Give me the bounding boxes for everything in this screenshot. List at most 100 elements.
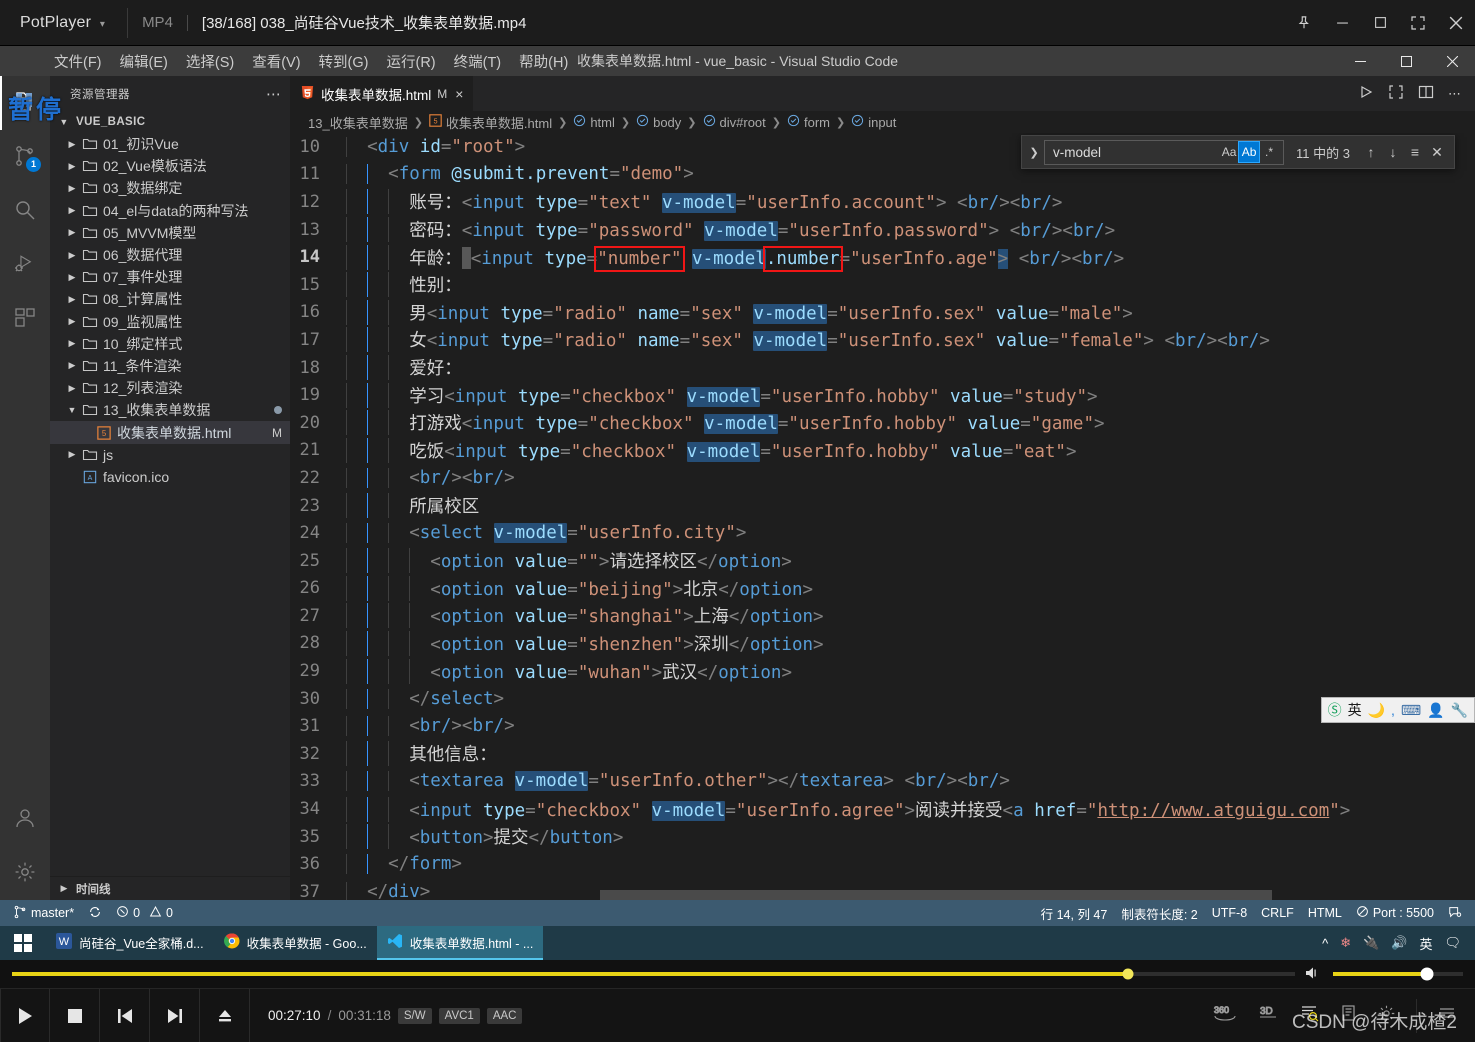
moon-icon[interactable]: 🌙 <box>1368 703 1385 717</box>
ime-logo-icon[interactable]: Ⓢ <box>1328 703 1342 717</box>
breadcrumb-item[interactable]: html <box>573 114 615 130</box>
code-line[interactable]: 15 性别： <box>290 271 1475 299</box>
windows-start-icon[interactable] <box>0 934 46 952</box>
code-line[interactable]: 19 学习<input type="checkbox" v-model="use… <box>290 381 1475 409</box>
code-line[interactable]: 17 女<input type="radio" name="sex" v-mod… <box>290 326 1475 354</box>
seek-slider[interactable] <box>12 968 1295 980</box>
tab-active-file[interactable]: 收集表单数据.html M × <box>290 76 475 111</box>
punctuation-icon[interactable]: , <box>1391 703 1395 717</box>
tree-folder-row[interactable]: ▶ js <box>50 444 290 466</box>
status-tab-size[interactable]: 制表符长度: 2 <box>1114 900 1204 926</box>
volume-handle[interactable] <box>1420 967 1434 981</box>
code-line[interactable]: 21 吃饭<input type="checkbox" v-model="use… <box>290 437 1475 465</box>
tree-folder-row[interactable]: ▶ 01_初识Vue <box>50 133 290 155</box>
code-line[interactable]: 18 爱好： <box>290 354 1475 382</box>
tree-folder-row[interactable]: ▶ 06_数据代理 <box>50 244 290 266</box>
tree-folder-row[interactable]: ▶ 08_计算属性 <box>50 288 290 310</box>
eject-icon[interactable] <box>200 988 250 1042</box>
code-line[interactable]: 13 密码：<input type="password" v-model="us… <box>290 216 1475 244</box>
next-match-icon[interactable]: ↓ <box>1382 144 1404 160</box>
code-line[interactable]: 33 <textarea v-model="userInfo.other"></… <box>290 768 1475 796</box>
close-icon[interactable] <box>1437 0 1475 46</box>
more-actions-icon[interactable]: ⋯ <box>1448 86 1461 102</box>
menu-edit[interactable]: 编辑(E) <box>112 48 176 75</box>
activity-run-debug[interactable] <box>0 238 50 292</box>
code-line[interactable]: 32 其他信息： <box>290 740 1475 768</box>
tree-folder-row[interactable]: ▶ 09_监视属性 <box>50 311 290 333</box>
menu-terminal[interactable]: 终端(T) <box>446 48 510 75</box>
play-icon[interactable] <box>0 988 50 1042</box>
pin-icon[interactable] <box>1285 0 1323 46</box>
regex-icon[interactable]: .* <box>1259 142 1279 162</box>
breadcrumb-item[interactable]: div#root <box>703 114 766 130</box>
potplayer-logo[interactable]: PotPlayer ▾ <box>0 14 113 32</box>
code-line[interactable]: 26 <option value="beijing">北京</option> <box>290 575 1475 603</box>
stop-icon[interactable] <box>50 988 100 1042</box>
flower-icon[interactable]: ❄ <box>1340 935 1351 951</box>
activity-explorer[interactable] <box>0 76 50 130</box>
list-icon[interactable] <box>1437 1005 1457 1026</box>
activity-accounts[interactable] <box>0 792 50 846</box>
breadcrumb[interactable]: 13_收集表单数据 ❯ 5 收集表单数据.html ❯ html ❯ body ❯ div#roo… <box>290 111 1475 133</box>
code-line[interactable]: 30 </select> <box>290 685 1475 713</box>
tools-icon[interactable]: 🔧 <box>1451 703 1468 717</box>
code-line[interactable]: 25 <option value="">请选择校区</option> <box>290 547 1475 575</box>
breadcrumb-item[interactable]: form <box>787 114 830 130</box>
status-live-server[interactable]: Port : 5500 <box>1349 900 1441 926</box>
status-sync[interactable] <box>81 900 109 926</box>
code-line[interactable]: 23 所属校区 <box>290 492 1475 520</box>
tree-file-row[interactable]: Afavicon.ico <box>50 466 290 488</box>
taskbar-app-vscode[interactable]: 收集表单数据.html - ... <box>376 926 544 960</box>
code-line[interactable]: 27 <option value="shanghai">上海</option> <box>290 602 1475 630</box>
code-line[interactable]: 16 男<input type="radio" name="sex" v-mod… <box>290 299 1475 327</box>
status-cursor-position[interactable]: 行 14, 列 47 <box>1034 900 1115 926</box>
bookmark-icon[interactable] <box>1340 1004 1357 1027</box>
ime-toolbar[interactable]: Ⓢ 英 🌙 , ⌨ 👤 🔧 <box>1320 697 1475 723</box>
code-line[interactable]: 12 账号：<input type="text" v-model="userIn… <box>290 188 1475 216</box>
previous-icon[interactable] <box>100 988 150 1042</box>
notification-icon[interactable]: 🗨 <box>1444 935 1461 951</box>
menu-go[interactable]: 转到(G) <box>311 48 377 75</box>
file-tree[interactable]: ▶ 01_初识Vue ▶ 02_Vue模板语法 ▶ 03_数据绑定 ▶ 04_el与data的… <box>50 133 290 876</box>
playlist-search-icon[interactable] <box>1300 1004 1320 1027</box>
status-eol[interactable]: CRLF <box>1254 900 1301 926</box>
toggle-replace-icon[interactable]: ❯ <box>1024 146 1044 159</box>
close-icon[interactable] <box>1429 46 1475 76</box>
settings-icon[interactable] <box>1377 1004 1396 1028</box>
close-icon[interactable]: × <box>455 86 463 102</box>
breadcrumb-item[interactable]: body <box>636 114 681 130</box>
menu-view[interactable]: 查看(V) <box>244 48 308 75</box>
code-editor[interactable]: 10 <div id="root"> 11 <form @submit.preve… <box>290 133 1475 900</box>
status-problems[interactable]: 0 0 <box>109 900 180 926</box>
split-preview-icon[interactable] <box>1388 84 1404 103</box>
chevron-down-icon[interactable]: ▾ <box>100 19 105 30</box>
split-editor-icon[interactable] <box>1418 84 1434 103</box>
tree-folder-row[interactable]: ▶ 05_MVVM模型 <box>50 222 290 244</box>
menu-file[interactable]: 文件(F) <box>46 48 110 75</box>
find-input-wrap[interactable]: v-model Aa Ab .* <box>1044 139 1285 165</box>
activity-search[interactable] <box>0 184 50 238</box>
activity-manage-settings[interactable] <box>0 846 50 900</box>
tree-folder-row[interactable]: ▶ 03_数据绑定 <box>50 177 290 199</box>
volume-icon[interactable]: 🔊 <box>1391 935 1407 951</box>
tree-folder-row[interactable]: ▶ 07_事件处理 <box>50 266 290 288</box>
code-line[interactable]: 31 <br/><br/> <box>290 712 1475 740</box>
keyboard-icon[interactable]: ⌨ <box>1401 703 1421 717</box>
tree-folder-row[interactable]: ▼ 13_收集表单数据 <box>50 399 290 421</box>
breadcrumb-item[interactable]: input <box>851 114 896 130</box>
find-widget[interactable]: ❯ v-model Aa Ab .* 11 中的 3 ↑ ↓ ≡ ✕ <box>1021 135 1455 169</box>
user-icon[interactable]: 👤 <box>1427 703 1444 717</box>
next-icon[interactable] <box>150 988 200 1042</box>
run-file-icon[interactable] <box>1358 84 1374 103</box>
seek-handle[interactable] <box>1122 968 1134 980</box>
video-surface[interactable]: 文件(F) 编辑(E) 选择(S) 查看(V) 转到(G) 运行(R) 终端(T… <box>0 46 1475 960</box>
code-line[interactable]: 29 <option value="wuhan">武汉</option> <box>290 657 1475 685</box>
close-find-icon[interactable]: ✕ <box>1426 144 1448 161</box>
tree-folder-row[interactable]: ▶ 11_条件渲染 <box>50 355 290 377</box>
3d-icon[interactable]: 3D <box>1258 1004 1280 1027</box>
code-line[interactable]: 22 <br/><br/> <box>290 464 1475 492</box>
360-icon[interactable]: 360 <box>1212 1004 1238 1027</box>
previous-match-icon[interactable]: ↑ <box>1360 144 1382 160</box>
tree-folder-row[interactable]: ▶ 12_列表渲染 <box>50 377 290 399</box>
ime-language-indicator[interactable]: 英 <box>1419 934 1432 953</box>
